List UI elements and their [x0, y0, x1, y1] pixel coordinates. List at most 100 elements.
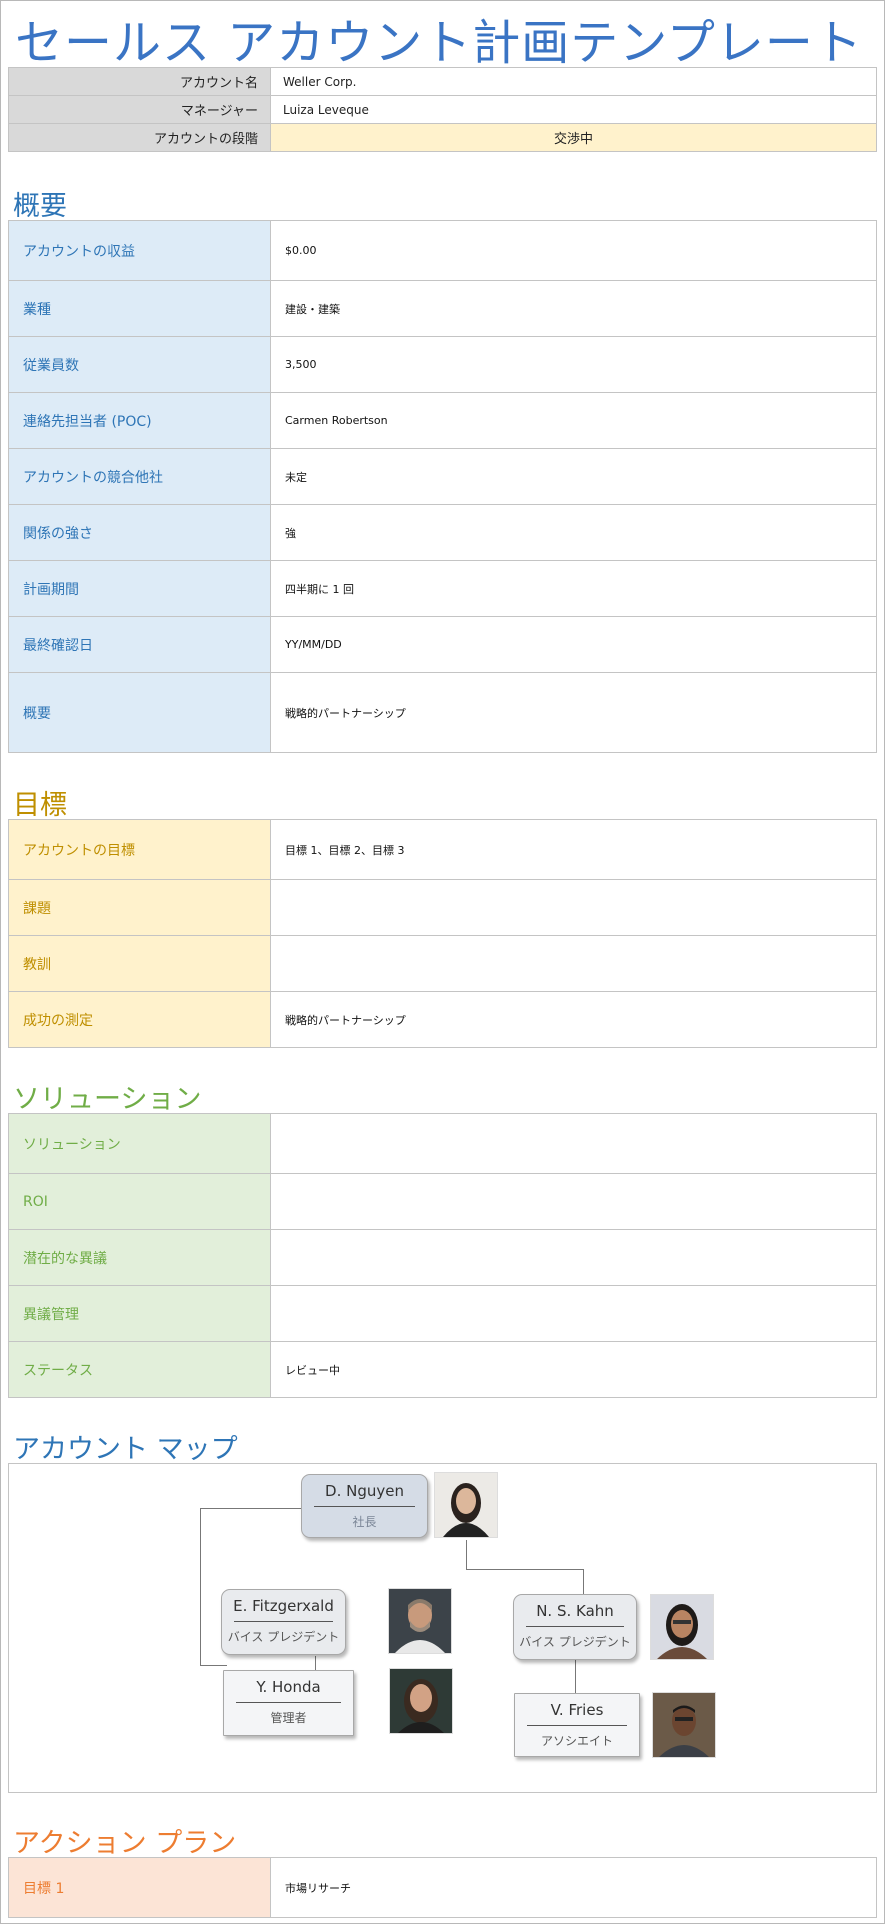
goals-label: 課題	[8, 879, 271, 936]
manager-label: マネージャー	[8, 95, 271, 124]
account-map-title: アカウント マップ	[13, 1434, 238, 1465]
manager-row: マネージャー Luiza Leveque	[8, 95, 877, 124]
person-name: D. Nguyen	[325, 1482, 404, 1500]
overview-value[interactable]: 強	[270, 504, 877, 561]
account-name-row: アカウント名 Weller Corp.	[8, 67, 877, 96]
person-name: V. Fries	[550, 1701, 604, 1719]
person-role: アソシエイト	[540, 1734, 613, 1748]
avatar-fries	[652, 1692, 716, 1758]
overview-row: 関係の強さ 強	[8, 504, 877, 561]
overview-row: 従業員数 3,500	[8, 336, 877, 393]
solutions-value[interactable]: レビュー中	[270, 1341, 877, 1398]
person-role: 社長	[352, 1515, 377, 1529]
account-stage-cell[interactable]: 交渉中	[270, 123, 877, 152]
solutions-label: ソリューション	[8, 1113, 271, 1174]
card-divider	[527, 1725, 627, 1726]
overview-value[interactable]: YY/MM/DD	[270, 616, 877, 673]
person-photo-icon	[653, 1693, 715, 1757]
person-role: 管理者	[270, 1711, 307, 1725]
overview-value[interactable]: 3,500	[270, 336, 877, 393]
account-stage-row: アカウントの段階 交渉中	[8, 123, 877, 152]
goals-value[interactable]: 戦略的パートナーシップ	[270, 991, 877, 1048]
solutions-label: 異議管理	[8, 1285, 271, 1342]
overview-row: 最終確認日 YY/MM/DD	[8, 616, 877, 673]
avatar-kahn	[650, 1594, 714, 1660]
overview-value[interactable]: Carmen Robertson	[270, 392, 877, 449]
overview-title: 概要	[13, 191, 67, 222]
overview-value[interactable]: $0.00	[270, 220, 877, 281]
overview-row: 業種 建設・建築	[8, 280, 877, 337]
solutions-title: ソリューション	[13, 1084, 202, 1115]
person-photo-icon	[390, 1669, 452, 1733]
overview-value[interactable]: 四半期に 1 回	[270, 560, 877, 617]
person-role: バイス プレジデント	[519, 1635, 631, 1649]
person-role: バイス プレジデント	[227, 1630, 340, 1644]
org-card-fitzgerald[interactable]: E. Fitzgerxald バイス プレジデント	[221, 1589, 346, 1655]
goals-label: アカウントの目標	[8, 819, 271, 880]
solutions-table: ソリューション ROI 潜在的な異議 異議管理 ステータス レビュー中	[8, 1113, 877, 1398]
avatar-honda	[389, 1668, 453, 1734]
solutions-row: 潜在的な異議	[8, 1229, 877, 1286]
overview-label: アカウントの収益	[8, 220, 271, 281]
org-card-nguyen[interactable]: D. Nguyen 社長	[301, 1474, 428, 1538]
person-photo-icon	[651, 1595, 713, 1659]
solutions-label: 潜在的な異議	[8, 1229, 271, 1286]
action-plan-value[interactable]: 市場リサーチ	[270, 1857, 877, 1918]
goals-label: 教訓	[8, 935, 271, 992]
overview-label: 従業員数	[8, 336, 271, 393]
person-photo-icon	[435, 1473, 497, 1537]
connector-line	[466, 1540, 467, 1570]
connector-line	[200, 1508, 308, 1509]
overview-value[interactable]: 未定	[270, 448, 877, 505]
goals-value[interactable]	[270, 879, 877, 936]
overview-label: 最終確認日	[8, 616, 271, 673]
overview-label: アカウントの競合他社	[8, 448, 271, 505]
solutions-value[interactable]	[270, 1229, 877, 1286]
goals-label: 成功の測定	[8, 991, 271, 1048]
solutions-label: ステータス	[8, 1341, 271, 1398]
avatar-fitzgerald	[388, 1588, 452, 1654]
overview-value[interactable]: 戦略的パートナーシップ	[270, 672, 877, 753]
goals-value[interactable]	[270, 935, 877, 992]
goals-row: 成功の測定 戦略的パートナーシップ	[8, 991, 877, 1048]
overview-row: 概要 戦略的パートナーシップ	[8, 672, 877, 753]
overview-row: アカウントの収益 $0.00	[8, 220, 877, 281]
card-divider	[236, 1702, 341, 1703]
goals-row: 課題	[8, 879, 877, 936]
overview-label: 連絡先担当者 (POC)	[8, 392, 271, 449]
overview-label: 業種	[8, 280, 271, 337]
org-card-fries[interactable]: V. Fries アソシエイト	[514, 1693, 640, 1757]
solutions-row: ソリューション	[8, 1113, 877, 1174]
connector-line	[200, 1665, 227, 1666]
person-photo-icon	[389, 1589, 451, 1653]
solutions-label: ROI	[8, 1173, 271, 1230]
card-divider	[526, 1626, 624, 1627]
overview-table: アカウントの収益 $0.00 業種 建設・建築 従業員数 3,500 連絡先担当…	[8, 220, 877, 753]
connector-line	[466, 1569, 584, 1570]
overview-row: 計画期間 四半期に 1 回	[8, 560, 877, 617]
solutions-value[interactable]	[270, 1285, 877, 1342]
page-title: セールス アカウント計画テンプレート	[15, 15, 863, 71]
goals-row: アカウントの目標 目標 1、目標 2、目標 3	[8, 819, 877, 880]
overview-label: 計画期間	[8, 560, 271, 617]
account-name-cell[interactable]: Weller Corp.	[270, 67, 877, 96]
card-divider	[314, 1506, 415, 1507]
goals-title: 目標	[13, 790, 67, 821]
action-plan-label: 目標 1	[8, 1857, 271, 1918]
account-map: D. Nguyen 社長 E. Fitzgerxald バイス プレジデント N…	[8, 1463, 877, 1793]
overview-label: 概要	[8, 672, 271, 753]
connector-line	[200, 1508, 201, 1666]
solutions-value[interactable]	[270, 1173, 877, 1230]
org-card-kahn[interactable]: N. S. Kahn バイス プレジデント	[513, 1594, 637, 1660]
connector-line	[575, 1660, 576, 1697]
account-stage-label: アカウントの段階	[8, 123, 271, 152]
solutions-value[interactable]	[270, 1113, 877, 1174]
person-name: N. S. Kahn	[536, 1602, 614, 1620]
action-plan-table: 目標 1 市場リサーチ	[8, 1857, 877, 1918]
manager-cell[interactable]: Luiza Leveque	[270, 95, 877, 124]
goals-value[interactable]: 目標 1、目標 2、目標 3	[270, 819, 877, 880]
action-plan-title: アクション プラン	[13, 1828, 237, 1859]
org-card-honda[interactable]: Y. Honda 管理者	[223, 1670, 354, 1736]
overview-value[interactable]: 建設・建築	[270, 280, 877, 337]
solutions-row: ステータス レビュー中	[8, 1341, 877, 1398]
